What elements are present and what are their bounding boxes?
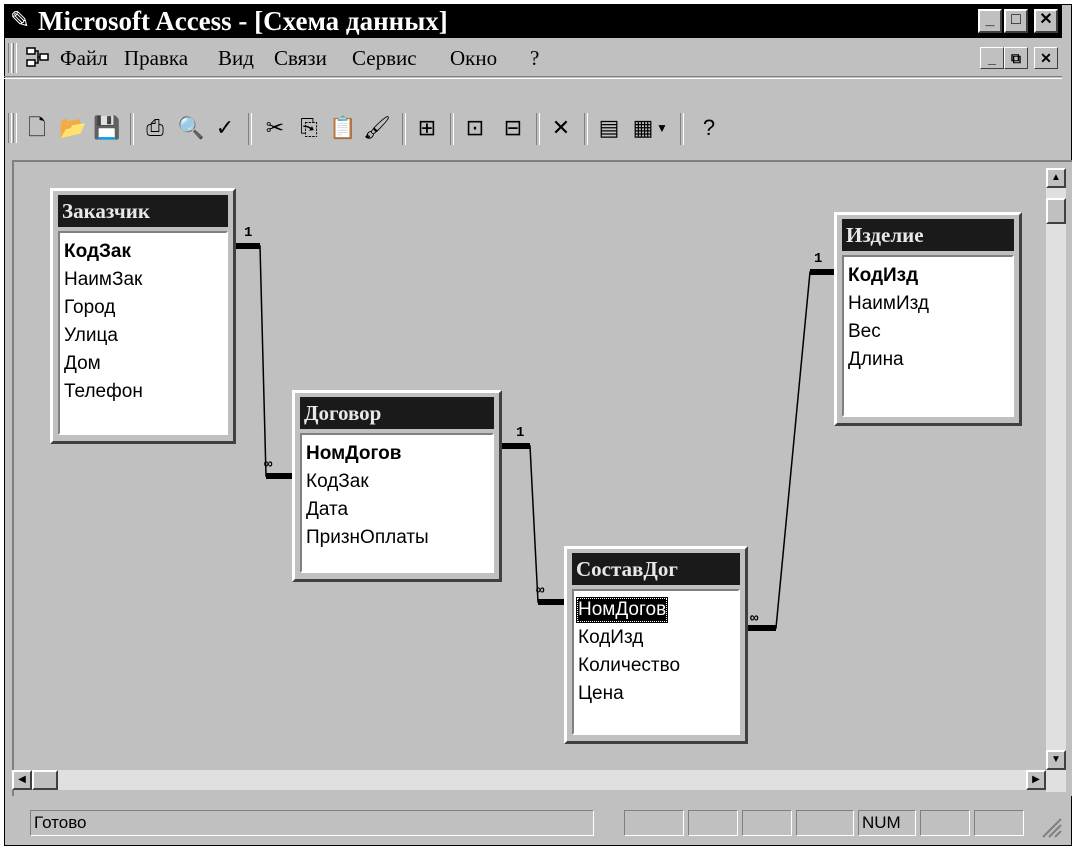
field-item[interactable]: Дата (306, 497, 348, 523)
status-text: Готово (30, 810, 594, 836)
vertical-scroll-thumb[interactable] (1046, 198, 1066, 224)
field-list[interactable]: КодИзд НаимИзд Вес Длина (842, 255, 1014, 417)
status-pane (796, 810, 854, 836)
table-title[interactable]: Договор (300, 397, 494, 429)
scroll-down-icon[interactable]: ▼ (1046, 750, 1066, 770)
resize-grip-icon[interactable] (1040, 816, 1062, 838)
many-label: ∞ (264, 457, 273, 473)
table-customer[interactable]: Заказчик КодЗак НаимЗак Город Улица Дом … (50, 188, 236, 444)
field-item[interactable]: Улица (64, 323, 118, 349)
field-item[interactable]: Город (64, 295, 115, 321)
table-title[interactable]: СоставДог (572, 553, 740, 585)
field-item[interactable]: Вес (848, 319, 881, 345)
scroll-up-icon[interactable]: ▲ (1046, 168, 1066, 188)
one-label: 1 (244, 225, 252, 241)
num-lock-indicator: NUM (858, 810, 916, 836)
one-label: 1 (516, 425, 524, 441)
scroll-right-icon[interactable]: ▶ (1026, 770, 1046, 790)
field-list[interactable]: НомДогов КодЗак Дата ПризнОплаты (300, 433, 494, 573)
status-pane (688, 810, 738, 836)
field-item[interactable]: Количество (578, 653, 680, 679)
table-title[interactable]: Заказчик (58, 195, 228, 227)
status-pane (624, 810, 684, 836)
scroll-left-icon[interactable]: ◀ (12, 770, 32, 790)
status-pane (920, 810, 970, 836)
status-pane (742, 810, 792, 836)
field-item[interactable]: НомДогов (306, 441, 401, 467)
field-item[interactable]: КодЗак (306, 469, 369, 495)
field-item[interactable]: КодИзд (578, 625, 643, 651)
vertical-scrollbar[interactable]: ▲ ▼ (1046, 168, 1066, 792)
relationship-customer-contract[interactable] (232, 243, 298, 479)
field-item[interactable]: Дом (64, 351, 101, 377)
one-label: 1 (814, 251, 822, 267)
field-item[interactable]: КодИзд (848, 263, 918, 289)
field-item[interactable]: ПризнОплаты (306, 525, 429, 551)
field-item[interactable]: Длина (848, 347, 904, 373)
table-contract-content[interactable]: СоставДог НомДогов КодИзд Количество Цен… (564, 546, 748, 744)
many-label: ∞ (750, 611, 759, 627)
field-item[interactable]: НаимЗак (64, 267, 142, 293)
relationship-contract-content[interactable] (500, 443, 568, 605)
relationship-product-content[interactable] (744, 269, 840, 631)
field-item[interactable]: КодЗак (64, 239, 131, 265)
table-contract[interactable]: Договор НомДогов КодЗак Дата ПризнОплаты (292, 390, 502, 582)
horizontal-scroll-thumb[interactable] (32, 770, 58, 790)
field-item[interactable]: Телефон (64, 379, 143, 405)
field-item[interactable]: Цена (578, 681, 624, 707)
status-pane (974, 810, 1024, 836)
field-item-selected[interactable]: НомДогов (576, 597, 669, 623)
field-item[interactable]: НаимИзд (848, 291, 929, 317)
table-title[interactable]: Изделие (842, 219, 1014, 251)
status-bar: Готово NUM (4, 800, 1062, 840)
many-label: ∞ (536, 583, 545, 599)
horizontal-scrollbar[interactable]: ◀ ▶ (12, 770, 1046, 790)
field-list[interactable]: НомДогов КодИзд Количество Цена (572, 589, 740, 735)
field-list[interactable]: КодЗак НаимЗак Город Улица Дом Телефон (58, 231, 228, 435)
table-product[interactable]: Изделие КодИзд НаимИзд Вес Длина (834, 212, 1022, 426)
